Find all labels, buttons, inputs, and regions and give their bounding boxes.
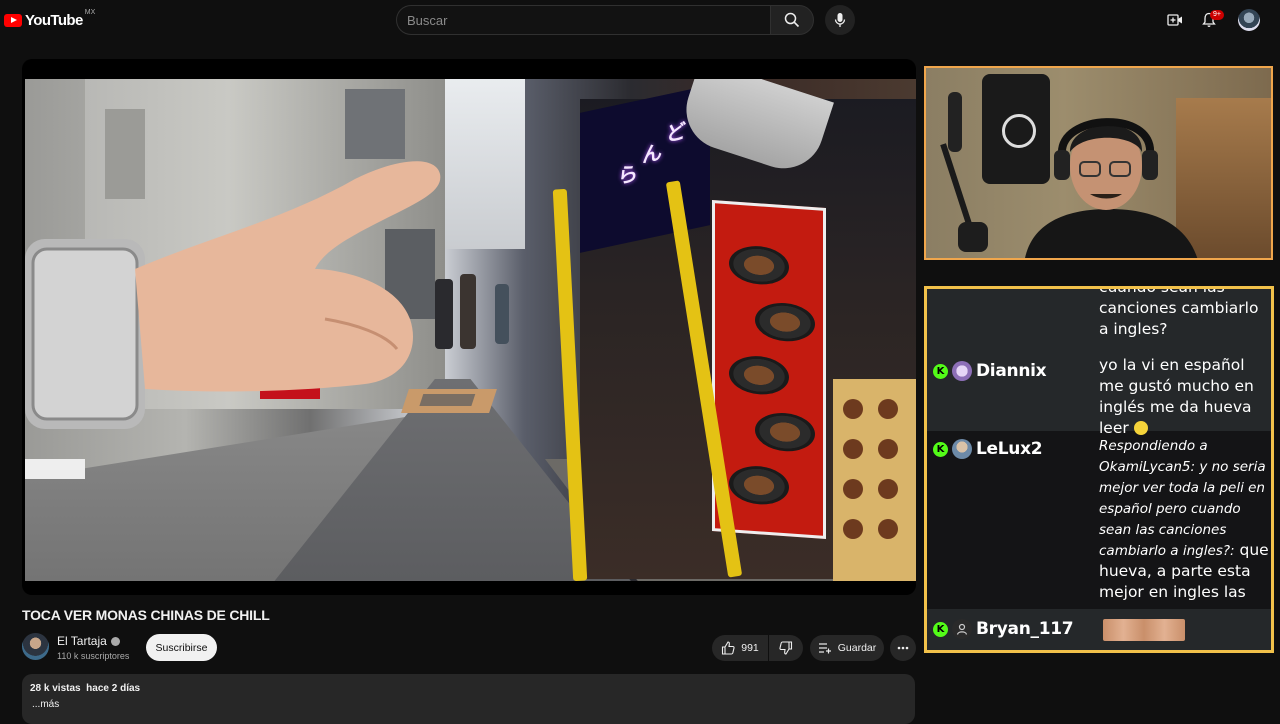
more-actions-button[interactable] bbox=[890, 635, 916, 661]
subscribe-button[interactable]: Suscribirse bbox=[146, 634, 217, 661]
more-icon bbox=[897, 646, 909, 650]
create-button[interactable] bbox=[1165, 10, 1185, 30]
verified-icon bbox=[110, 636, 120, 646]
chat-username[interactable]: Diannix bbox=[976, 361, 1047, 381]
chat-message-text: Respondiendo a OkamiLycan5: y no seria m… bbox=[1099, 438, 1269, 622]
dislike-button[interactable] bbox=[769, 635, 803, 661]
search-input[interactable] bbox=[397, 6, 747, 34]
dislike-icon bbox=[779, 641, 793, 655]
notification-count-badge: 9+ bbox=[1210, 10, 1224, 20]
mic-icon bbox=[834, 13, 846, 27]
default-avatar-icon bbox=[952, 619, 972, 639]
avatar bbox=[952, 439, 972, 459]
description-box[interactable]: 28 k vistas hace 2 días ...más bbox=[22, 674, 915, 724]
video-title: TOCA VER MONAS CHINAS DE CHILL bbox=[22, 607, 270, 623]
chat-message: K Diannix yo la vi en español me gustó m… bbox=[927, 351, 1271, 437]
save-button[interactable]: Guardar bbox=[810, 635, 884, 661]
streamer-webcam bbox=[924, 66, 1273, 260]
mic-arm bbox=[940, 92, 988, 252]
like-count: 991 bbox=[741, 642, 759, 654]
like-button[interactable]: 991 bbox=[712, 635, 768, 661]
chat-username[interactable]: Bryan_117 bbox=[976, 619, 1074, 639]
kick-badge-icon: K bbox=[933, 621, 948, 637]
like-icon bbox=[722, 641, 735, 655]
chat-username[interactable]: LeLux2 bbox=[976, 439, 1043, 459]
region-code: MX bbox=[84, 8, 96, 16]
view-count: 28 k vistas bbox=[30, 683, 81, 694]
streamer bbox=[1025, 118, 1198, 258]
video-player[interactable]: ら ん ど bbox=[22, 59, 916, 595]
chat-message-text: cuando sean las canciones cambiarlo a in… bbox=[1099, 286, 1259, 338]
channel-name[interactable]: El Tartaja bbox=[57, 634, 120, 648]
emote-row bbox=[1103, 619, 1185, 641]
chat-message: K Bryan_117 bbox=[927, 609, 1271, 650]
stream-chat: cuando sean las canciones cambiarlo a in… bbox=[924, 286, 1274, 653]
pointing-hand bbox=[25, 161, 441, 479]
account-avatar[interactable] bbox=[1238, 9, 1260, 31]
chat-message-text: yo la vi en español me gustó mucho en in… bbox=[1099, 356, 1254, 437]
youtube-logo-icon bbox=[4, 13, 22, 27]
logo-text: YouTube bbox=[25, 11, 83, 29]
red-menu-poster bbox=[712, 200, 826, 539]
top-bar: YouTube MX 9+ bbox=[0, 0, 1280, 40]
subscriber-count: 110 k suscriptores bbox=[57, 651, 130, 661]
food-menu-board bbox=[833, 379, 916, 581]
chat-message: cuando sean las canciones cambiarlo a in… bbox=[927, 289, 1271, 351]
video-frame: ら ん ど bbox=[25, 79, 916, 581]
kick-badge-icon: K bbox=[933, 363, 948, 379]
voice-search-button[interactable] bbox=[825, 5, 855, 35]
search-box bbox=[396, 5, 770, 35]
save-playlist-icon bbox=[818, 643, 831, 654]
avatar bbox=[952, 361, 972, 381]
upload-date: hace 2 días bbox=[86, 683, 141, 694]
search-icon bbox=[784, 12, 800, 28]
kick-badge-icon: K bbox=[933, 441, 948, 457]
channel-avatar[interactable] bbox=[22, 633, 49, 660]
create-video-icon bbox=[1167, 14, 1182, 26]
youtube-logo[interactable]: YouTube MX bbox=[4, 8, 96, 30]
show-more-link[interactable]: ...más bbox=[32, 699, 59, 710]
chat-message: K LeLux2 Respondiendo a OkamiLycan5: y n… bbox=[927, 431, 1271, 622]
search-button[interactable] bbox=[770, 5, 814, 35]
